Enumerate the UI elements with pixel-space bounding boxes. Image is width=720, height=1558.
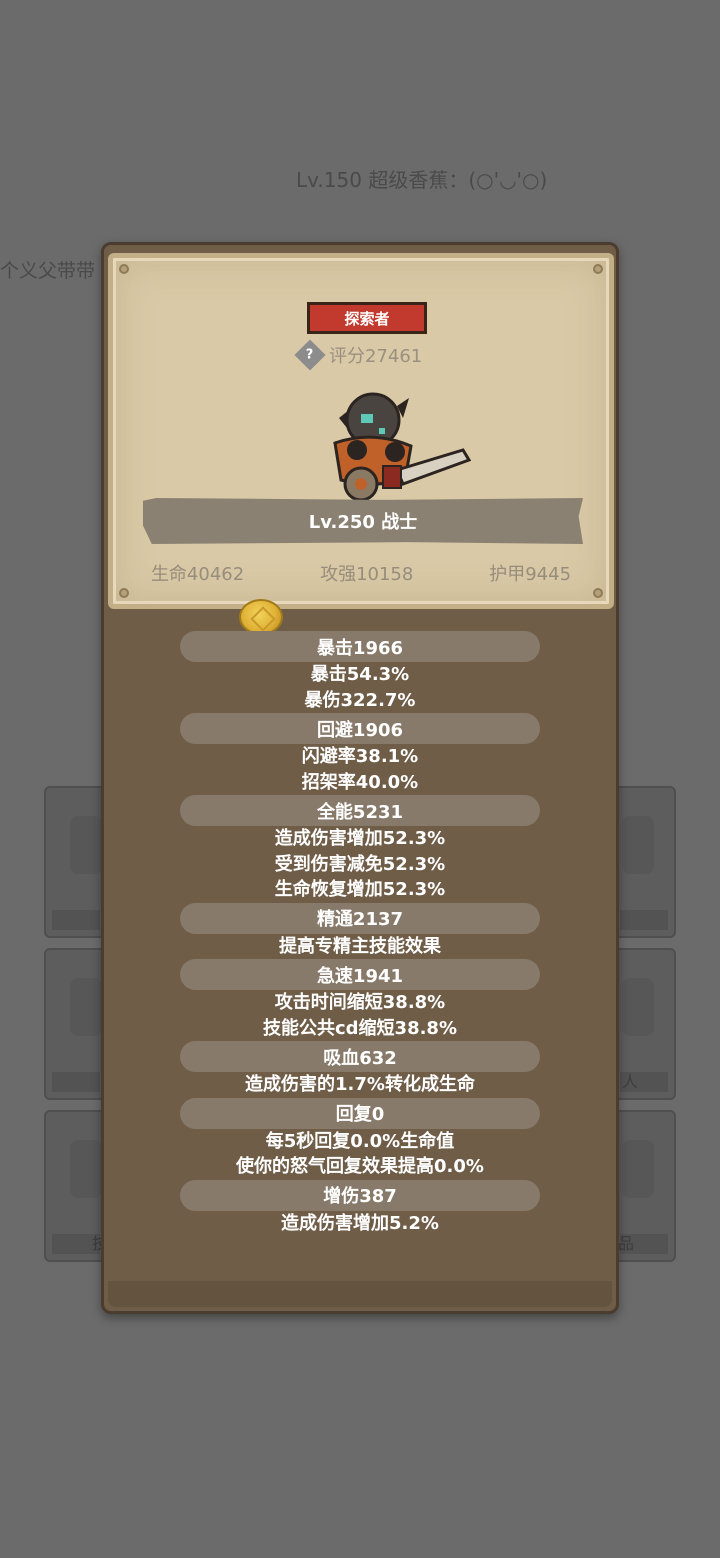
attribute-group-dodge: 回避1906 闪避率38.1% 招架率40.0% [104,713,616,795]
attribute-detail: 技能公共cd缩短38.8% [262,1017,457,1039]
armor-stat: 护甲9445 [489,564,572,585]
background-card-label: 人 [622,1072,639,1091]
attribute-group-versatility: 全能5231 造成伤害增加52.3% 受到伤害减免52.3% 生命恢复增加52.… [104,795,616,903]
panel-bottom-edge [108,1281,612,1307]
corner-rivet [119,264,129,274]
background-card-label: 品 [618,1234,635,1253]
hero-name-bar: Lv.250 战士 [143,498,583,544]
attribute-group-haste: 急速1941 攻击时间缩短38.8% 技能公共cd缩短38.8% [104,959,616,1041]
attribute-detail: 每5秒回复0.0%生命值 [265,1130,455,1152]
attribute-list: 暴击1966 暴击54.3% 暴伤322.7% 回避1906 闪避率38.1% … [104,631,616,1236]
background-player-title: Lv.150 超级香蕉：(○'◡'○) [296,168,548,192]
attribute-header: 精通2137 [180,902,540,934]
attribute-detail: 招架率40.0% [301,771,419,793]
attribute-detail: 造成伤害增加5.2% [281,1212,439,1234]
attribute-header: 急速1941 [180,959,540,990]
title-badge: 探索者 [307,302,427,334]
score-row: ? 评分27461 [294,339,423,371]
attribute-header: 增伤387 [180,1179,540,1211]
attribute-detail: 攻击时间缩短38.8% [274,992,446,1013]
attribute-group-lifesteal: 吸血632 造成伤害的1.7%转化成生命 [104,1041,616,1098]
background-equipment-slot: 人 [612,948,676,1100]
background-equipment-slot: 品 [612,1110,676,1262]
character-header-card: 探索者 ? 评分27461 Lv.250 战士 生命40462 攻强10158 … [108,253,614,609]
warrior-avatar [333,392,472,502]
attack-stat: 攻强10158 [320,564,414,585]
attribute-detail: 受到伤害减免52.3% [274,853,446,875]
attribute-group-damage-bonus: 增伤387 造成伤害增加5.2% [104,1179,616,1237]
corner-rivet [119,588,129,598]
character-detail-panel: 探索者 ? 评分27461 Lv.250 战士 生命40462 攻强10158 … [101,242,619,1314]
attribute-header: 暴击1966 [180,631,540,662]
attribute-detail: 暴伤322.7% [304,689,416,711]
attribute-group-regen: 回复0 每5秒回复0.0%生命值 使你的怒气回复效果提高0.0% [104,1097,616,1180]
attribute-detail: 提高专精主技能效果 [279,935,441,957]
attribute-detail: 暴击54.3% [310,664,410,685]
attribute-header: 全能5231 [180,795,540,826]
background-equipment-slot: 技 [44,1110,108,1262]
gold-coin-icon[interactable] [239,599,283,635]
background-equipment-slot [44,786,108,938]
attribute-header: 回避1906 [180,713,540,744]
attribute-header: 吸血632 [180,1041,540,1072]
score-text: 评分27461 [329,346,423,367]
attribute-detail: 造成伤害的1.7%转化成生命 [245,1074,475,1095]
attribute-detail: 造成伤害增加52.3% [274,828,446,849]
attribute-detail: 闪避率38.1% [301,746,419,767]
attribute-detail: 使你的怒气回复效果提高0.0% [236,1156,484,1177]
base-stats-row: 生命40462 攻强10158 护甲9445 [113,560,609,586]
corner-rivet [593,588,603,598]
attribute-detail: 生命恢复增加52.3% [274,879,446,900]
background-equipment-slot [44,948,108,1100]
background-chat-text: 个义父带带 [0,260,96,282]
background-equipment-slot [612,786,676,938]
hp-stat: 生命40462 [150,564,245,585]
attribute-group-crit: 暴击1966 暴击54.3% 暴伤322.7% [104,631,616,713]
attribute-group-mastery: 精通2137 提高专精主技能效果 [104,902,616,960]
corner-rivet [593,264,603,274]
attribute-header: 回复0 [180,1097,540,1129]
help-icon[interactable]: ? [294,339,326,371]
